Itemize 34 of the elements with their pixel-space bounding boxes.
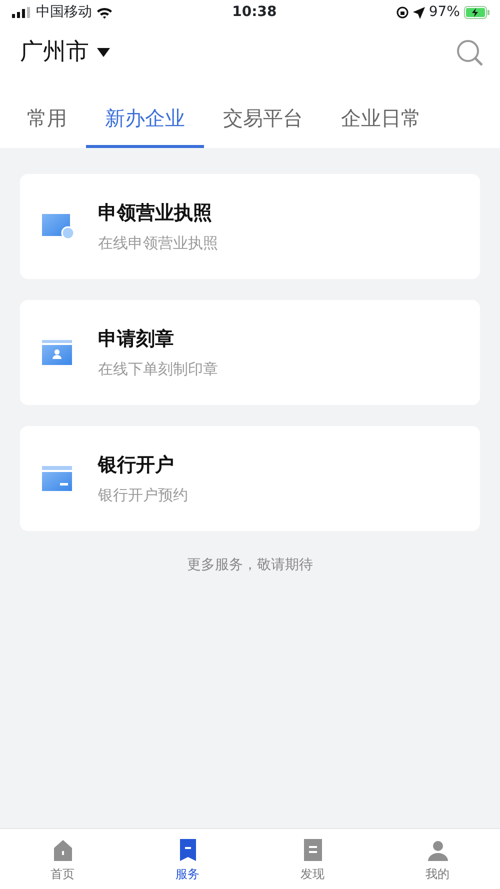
nav-tab[interactable]: 我的	[375, 829, 500, 889]
service-title: 银行开户	[98, 453, 175, 478]
service-subtitle: 银行开户预约	[98, 484, 188, 506]
more-services-note: 更多服务，敬请期待	[186, 556, 314, 575]
bank-card-icon	[42, 466, 74, 492]
signal-icon	[12, 7, 32, 18]
search-icon[interactable]	[456, 38, 484, 66]
caret-icon	[97, 48, 110, 57]
service-title: 申请刻章	[98, 327, 175, 352]
tab[interactable]: 常用	[8, 93, 86, 148]
tab[interactable]: 交易平台	[204, 93, 322, 148]
service-subtitle: 在线下单刻制印章	[98, 358, 218, 380]
document-icon	[302, 839, 324, 861]
license-icon	[42, 214, 74, 240]
location-arrow-icon	[412, 6, 425, 18]
service-card[interactable]: 银行开户 银行开户预约	[20, 426, 480, 531]
nav-tab[interactable]: 发现	[250, 829, 375, 889]
rotation-lock-icon	[396, 6, 409, 19]
service-card[interactable]: 申请刻章 在线下单刻制印章	[20, 300, 480, 405]
nav-tab[interactable]: 首页	[0, 829, 125, 889]
wifi-icon	[96, 6, 113, 18]
clock-time: 10:38	[232, 3, 277, 22]
service-subtitle: 在线申领营业执照	[98, 232, 218, 254]
person-icon	[426, 839, 448, 861]
home-icon	[52, 839, 74, 861]
id-card-icon	[42, 340, 74, 366]
nav-tab[interactable]: 服务	[125, 829, 250, 889]
battery-icon	[464, 6, 490, 19]
service-title: 申领营业执照	[98, 201, 213, 226]
tab[interactable]: 企业日常	[322, 93, 440, 148]
city-selector[interactable]: 广州市	[20, 35, 110, 70]
carrier-name: 中国移动	[36, 3, 92, 22]
battery-percent: 97%	[428, 3, 460, 22]
service-card[interactable]: 申领营业执照 在线申领营业执照	[20, 174, 480, 279]
